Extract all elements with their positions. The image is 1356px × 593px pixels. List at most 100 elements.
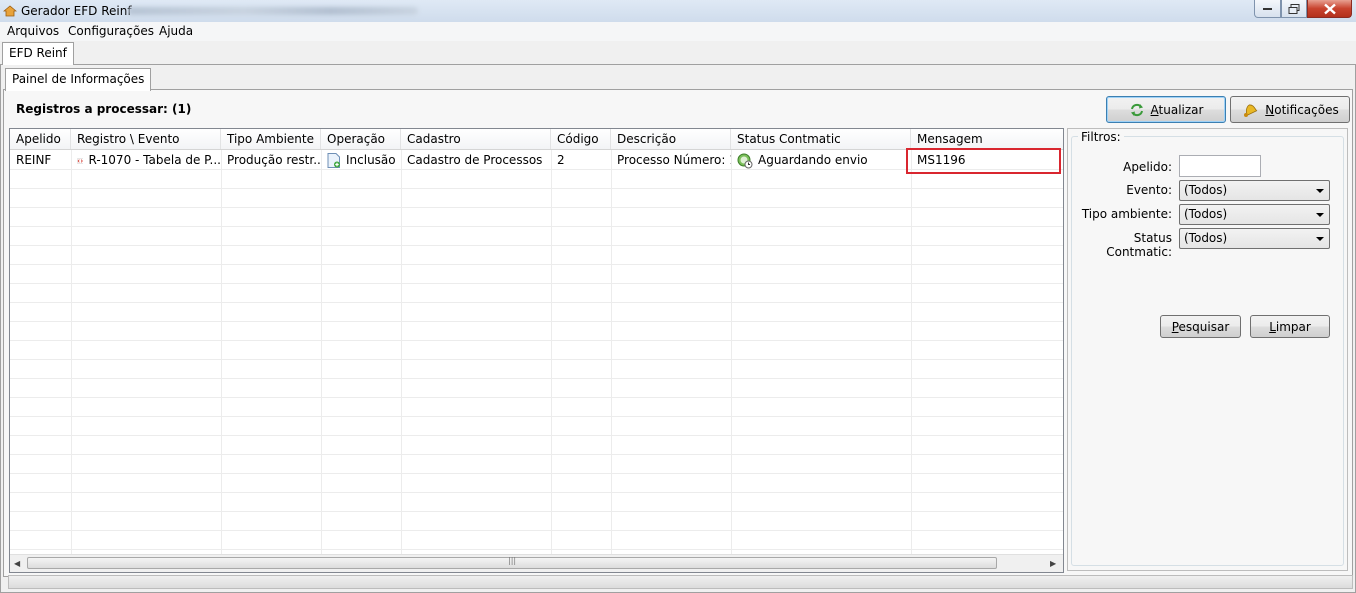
- col-header-mensagem[interactable]: Mensagem: [911, 129, 1063, 149]
- grid-row-line: [10, 245, 1063, 246]
- grip-icon: |||: [508, 556, 517, 565]
- close-icon: [1323, 3, 1336, 14]
- grid-row-line: [10, 397, 1063, 398]
- grid-row-line: [10, 359, 1063, 360]
- pesquisar-button[interactable]: Pesquisar: [1160, 315, 1241, 338]
- grid-col-line: [321, 150, 322, 554]
- grid-row-line: [10, 283, 1063, 284]
- pesquisar-label: Pesquisar: [1171, 319, 1230, 334]
- grid-row-line: [10, 321, 1063, 322]
- col-header-status[interactable]: Status Contmatic: [731, 129, 911, 149]
- cell-registro: R-1070 - Tabela de P...: [71, 151, 221, 170]
- grid-row-line: [10, 340, 1063, 341]
- scroll-left-icon[interactable]: ◀: [14, 559, 20, 568]
- grid-col-line: [401, 150, 402, 554]
- grid-row-line: [10, 435, 1063, 436]
- maximize-icon: [1288, 3, 1300, 14]
- grid-row-line: [10, 416, 1063, 417]
- tipo-ambiente-label: Tipo ambiente:: [1081, 207, 1172, 221]
- evento-value: (Todos): [1184, 183, 1228, 197]
- cell-operacao: Inclusão: [321, 151, 401, 170]
- limpar-label: Limpar: [1269, 319, 1311, 334]
- col-header-tipo-ambiente[interactable]: Tipo Ambiente: [221, 129, 321, 149]
- maximize-button[interactable]: [1281, 0, 1307, 18]
- grid-col-line: [551, 150, 552, 554]
- chevron-down-icon: [1316, 189, 1324, 193]
- registros-grid[interactable]: Apelido Registro \ Evento Tipo Ambiente …: [9, 128, 1064, 573]
- app-icon: [2, 4, 18, 17]
- scrollbar-thumb[interactable]: |||: [27, 556, 997, 569]
- grid-col-line: [611, 150, 612, 554]
- outer-tabstrip: [0, 41, 1356, 65]
- tab-painel-informacoes[interactable]: Painel de Informações: [5, 68, 152, 91]
- atualizar-label: Atualizar: [1150, 102, 1204, 117]
- status-contmatic-value: (Todos): [1184, 231, 1228, 245]
- minimize-icon: [1262, 7, 1272, 10]
- grid-col-line: [731, 150, 732, 554]
- horizontal-scrollbar[interactable]: ◀ ||| ▶: [10, 554, 1063, 572]
- apelido-input[interactable]: [1179, 155, 1261, 177]
- menu-configuracoes[interactable]: Configurações: [68, 24, 154, 38]
- grid-row-line: [10, 473, 1063, 474]
- status-bar: [8, 575, 1353, 589]
- cell-codigo: 2: [557, 153, 565, 167]
- operacao-text: Inclusão: [346, 153, 396, 167]
- evento-select[interactable]: (Todos): [1179, 180, 1330, 201]
- grid-row-line: [10, 226, 1063, 227]
- grid-row-line: [10, 378, 1063, 379]
- cell-descricao: Processo Número: 1: [617, 153, 731, 167]
- evento-label: Evento:: [1126, 183, 1172, 197]
- cell-cadastro: Cadastro de Processos: [407, 153, 543, 167]
- chevron-down-icon: [1316, 213, 1324, 217]
- registros-label: Registros a processar: (1): [16, 102, 192, 116]
- mensagem-highlight-box: [906, 148, 1061, 174]
- cell-tipo-ambiente: Produção restr...: [227, 153, 321, 167]
- title-bar: Gerador EFD Reinf: [0, 0, 1356, 23]
- col-header-cadastro[interactable]: Cadastro: [401, 129, 551, 149]
- limpar-button[interactable]: Limpar: [1250, 315, 1330, 338]
- grid-row-line: [10, 511, 1063, 512]
- notificacoes-label: Notificações: [1265, 102, 1339, 117]
- clock-status-icon: [737, 153, 753, 168]
- bell-icon: [1244, 104, 1258, 117]
- registro-text: R-1070 - Tabela de P...: [88, 153, 221, 167]
- scroll-right-icon[interactable]: ▶: [1050, 559, 1056, 568]
- tipo-ambiente-select[interactable]: (Todos): [1179, 204, 1330, 225]
- col-header-codigo[interactable]: Código: [551, 129, 611, 149]
- grid-row-line: [10, 264, 1063, 265]
- chevron-down-icon: [1316, 237, 1324, 241]
- menu-bar: Arquivos Configurações Ajuda: [0, 22, 1356, 41]
- grid-row-line: [10, 530, 1063, 531]
- document-add-icon: [327, 153, 340, 168]
- notificacoes-button[interactable]: Notificações: [1230, 96, 1350, 123]
- title-blurred-text: [128, 7, 418, 15]
- grid-row-line: [10, 454, 1063, 455]
- cell-status: Aguardando envio: [731, 151, 911, 170]
- col-header-apelido[interactable]: Apelido: [10, 129, 71, 149]
- tab-efd-reinf[interactable]: EFD Reinf: [2, 42, 74, 65]
- grid-col-line: [71, 150, 72, 554]
- minimize-button[interactable]: [1254, 0, 1281, 18]
- atualizar-button[interactable]: Atualizar: [1106, 96, 1226, 123]
- grid-row-line: [10, 302, 1063, 303]
- grid-row-line: [10, 549, 1063, 550]
- close-button[interactable]: [1307, 0, 1352, 18]
- status-text: Aguardando envio: [758, 153, 868, 167]
- grid-row-line: [10, 188, 1063, 189]
- status-contmatic-select[interactable]: (Todos): [1179, 228, 1330, 249]
- col-header-registro[interactable]: Registro \ Evento: [71, 129, 221, 149]
- col-header-descricao[interactable]: Descrição: [611, 129, 731, 149]
- apelido-label: Apelido:: [1123, 160, 1172, 174]
- menu-arquivos[interactable]: Arquivos: [7, 24, 59, 38]
- cell-apelido: REINF: [16, 153, 52, 167]
- grid-row-line: [10, 492, 1063, 493]
- tipo-ambiente-value: (Todos): [1184, 207, 1228, 221]
- grid-row-line: [10, 207, 1063, 208]
- status-contmatic-label: Status Contmatic:: [1106, 231, 1172, 259]
- xml-event-icon: [77, 157, 84, 164]
- refresh-icon: [1130, 103, 1143, 116]
- grid-col-line: [911, 150, 912, 554]
- grid-col-line: [221, 150, 222, 554]
- col-header-operacao[interactable]: Operação: [321, 129, 401, 149]
- menu-ajuda[interactable]: Ajuda: [159, 24, 193, 38]
